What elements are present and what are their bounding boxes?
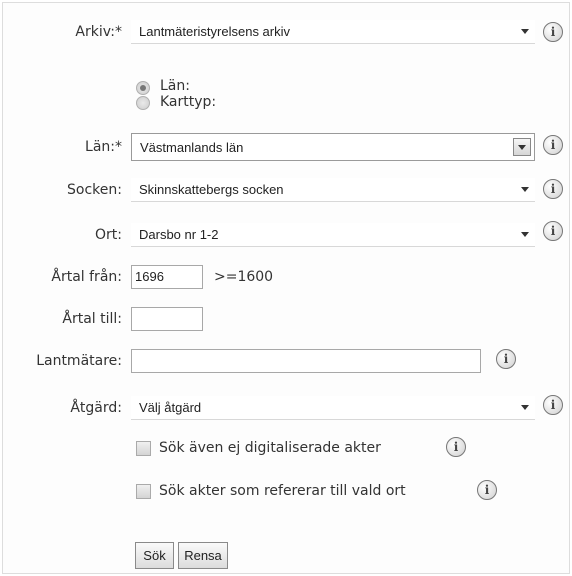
lan-value: Västmanlands län [140, 140, 244, 155]
checkbox-refererar-ort-label: Sök akter som refererar till vald ort [159, 483, 406, 499]
lan-select[interactable]: Västmanlands län [131, 133, 535, 161]
radio-lan-label: Län: [160, 78, 190, 94]
chevron-down-icon [521, 232, 529, 237]
checkbox-refererar-ort[interactable] [136, 484, 151, 499]
chevron-down-icon [521, 187, 529, 192]
socken-value: Skinnskattebergs socken [139, 182, 284, 197]
info-icon[interactable]: i [543, 395, 563, 415]
radio-lan[interactable] [136, 81, 150, 95]
artal-till-input[interactable] [131, 307, 203, 331]
atgard-value: Välj åtgärd [139, 400, 202, 415]
lantmatare-row: Lantmätare: i [0, 349, 572, 375]
info-icon[interactable]: i [543, 135, 563, 155]
socken-label: Socken: [67, 182, 122, 198]
search-button[interactable]: Sök [135, 542, 174, 569]
ort-label: Ort: [95, 227, 122, 243]
arkiv-label: Arkiv:* [75, 24, 122, 40]
artal-fran-hint: >=1600 [214, 269, 274, 285]
artal-fran-row: Årtal från: 1696 >=1600 [0, 265, 572, 291]
ort-row: Ort: Darsbo nr 1-2 i [0, 221, 572, 249]
atgard-select[interactable]: Välj åtgärd [131, 396, 535, 420]
lantmatare-label: Lantmätare: [36, 353, 122, 369]
info-icon[interactable]: i [477, 480, 497, 500]
chevron-down-icon [521, 29, 529, 34]
arkiv-row: Arkiv:* Lantmäteristyrelsens arkiv i [0, 20, 572, 46]
socken-row: Socken: Skinnskattebergs socken i [0, 178, 572, 204]
artal-till-label: Årtal till: [62, 311, 122, 327]
socken-select[interactable]: Skinnskattebergs socken [131, 178, 535, 202]
atgard-row: Åtgärd: Välj åtgärd i [0, 395, 572, 422]
checkbox-ej-digitaliserade-label: Sök även ej digitaliserade akter [159, 440, 381, 456]
info-icon[interactable]: i [496, 349, 516, 369]
info-icon[interactable]: i [543, 179, 563, 199]
atgard-label: Åtgärd: [70, 400, 122, 416]
artal-fran-label: Årtal från: [51, 269, 122, 285]
arkiv-select[interactable]: Lantmäteristyrelsens arkiv [131, 20, 535, 44]
dropdown-button[interactable] [513, 138, 531, 156]
lan-label: Län:* [85, 139, 122, 155]
info-icon[interactable]: i [446, 437, 466, 457]
lantmatare-input[interactable] [131, 349, 481, 373]
arkiv-value: Lantmäteristyrelsens arkiv [139, 24, 290, 39]
artal-till-row: Årtal till: [0, 307, 572, 333]
lan-row: Län:* Västmanlands län i [0, 133, 572, 161]
clear-button[interactable]: Rensa [178, 542, 228, 569]
radio-karttyp-label: Karttyp: [160, 94, 217, 110]
chevron-down-icon [521, 405, 529, 410]
checkbox-ej-digitaliserade[interactable] [136, 441, 151, 456]
ort-value: Darsbo nr 1-2 [139, 227, 219, 242]
artal-fran-input[interactable]: 1696 [131, 265, 203, 289]
ort-select[interactable]: Darsbo nr 1-2 [131, 223, 535, 247]
info-icon[interactable]: i [543, 221, 563, 241]
info-icon[interactable]: i [543, 22, 563, 42]
radio-karttyp[interactable] [136, 96, 150, 110]
